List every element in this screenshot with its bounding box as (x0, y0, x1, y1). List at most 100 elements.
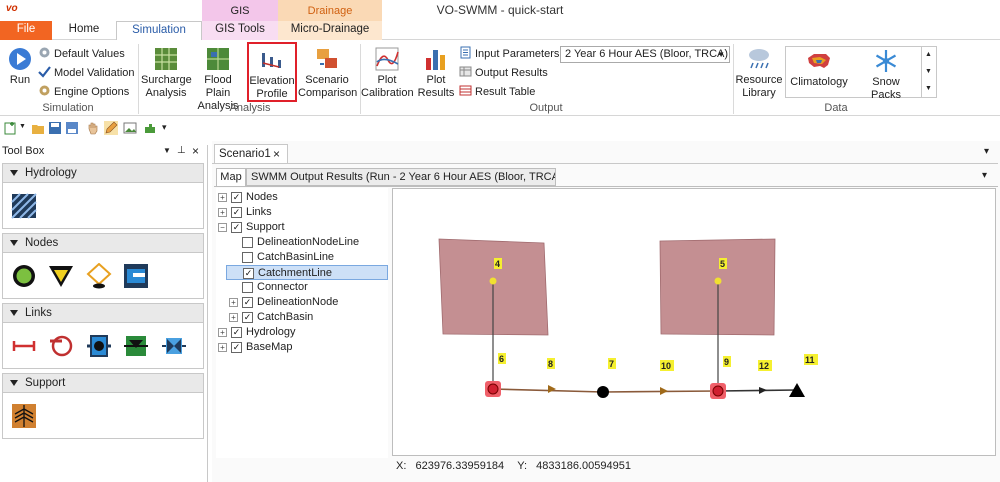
run-button[interactable]: Run (6, 46, 34, 87)
snow-packs-label: Snow Packs (871, 76, 901, 101)
node-7[interactable] (597, 386, 609, 398)
tree-expand-icon[interactable]: + (229, 313, 238, 322)
subtab-swmm-output[interactable]: SWMM Output Results (Run - 2 Year 6 Hour… (246, 168, 556, 186)
pump-tool-icon[interactable] (48, 333, 74, 359)
plot-calibration-button[interactable]: Plot Calibration (361, 46, 414, 100)
outlet-tool-icon[interactable] (161, 333, 187, 359)
subtab-divider (214, 186, 998, 187)
section-body-hydrology (2, 183, 204, 229)
divider-tool-icon[interactable] (86, 263, 112, 289)
run-icon (9, 48, 31, 70)
gallery-scroll-down-icon[interactable]: ▼ (925, 68, 932, 75)
junction-tool-icon[interactable] (11, 263, 37, 289)
scenario-comparison-button[interactable]: Scenario Comparison (298, 46, 357, 100)
run-selector-dropdown[interactable]: 2 Year 6 Hour AES (Bloor, TRCA) ▼ (560, 46, 730, 63)
map-canvas[interactable]: 4 5 6 7 8 9 10 11 12 (392, 188, 996, 456)
plugin-icon[interactable] (143, 121, 157, 135)
tree-expand-icon[interactable]: + (229, 298, 238, 307)
node-9[interactable] (712, 385, 724, 397)
panel-menu-icon[interactable]: ▼ (163, 146, 171, 155)
model-validation-button[interactable]: Model Validation (38, 65, 135, 81)
edit-pencil-icon[interactable] (104, 121, 118, 135)
collapse-arrow-icon (10, 380, 18, 386)
map-label: 4 (495, 259, 500, 269)
outfall-tool-icon[interactable] (48, 263, 74, 289)
image-export-icon[interactable] (123, 121, 137, 135)
conduit-tool-icon[interactable] (11, 333, 37, 359)
tree-item-label: Support (246, 221, 285, 233)
document-icon (460, 46, 471, 59)
new-dropdown-icon[interactable]: ▼ (19, 123, 26, 130)
pin-icon[interactable]: ⊥ (177, 145, 186, 156)
section-header-support[interactable]: Support (2, 373, 204, 393)
tree-checkbox[interactable]: ✓ (231, 207, 242, 218)
tree-expand-icon[interactable]: − (218, 223, 227, 232)
tree-checkbox[interactable]: ✓ (231, 342, 242, 353)
subtab-map[interactable]: Map (216, 168, 246, 186)
input-parameters-button[interactable]: Input Parameters (459, 46, 559, 62)
resource-library-button[interactable]: Resource Library (734, 46, 784, 100)
subtab-overflow-icon[interactable]: ▾ (982, 170, 987, 181)
open-folder-icon[interactable] (31, 121, 45, 135)
tree-checkbox[interactable]: ✓ (231, 222, 242, 233)
gallery-scroll[interactable]: ▲ ▼ ▼ (921, 46, 935, 98)
save-icon[interactable] (48, 121, 62, 135)
tab-simulation[interactable]: Simulation (116, 21, 202, 41)
map-label: 6 (499, 354, 504, 364)
tree-checkbox[interactable]: ✓ (242, 312, 253, 323)
tree-item[interactable]: ✓ CatchmentLine (226, 265, 388, 280)
section-header-links[interactable]: Links (2, 303, 204, 323)
customize-toolbar-icon[interactable]: ▾ (162, 122, 167, 133)
delineation-node-4[interactable] (489, 277, 497, 285)
section-header-nodes[interactable]: Nodes (2, 233, 204, 253)
engine-options-button[interactable]: Engine Options (38, 84, 129, 100)
new-icon[interactable] (3, 121, 17, 135)
delineation-node-5[interactable] (714, 277, 722, 285)
weir-tool-icon[interactable] (123, 333, 149, 359)
tab-close-icon[interactable]: × (273, 145, 280, 163)
tree-checkbox[interactable]: ✓ (243, 268, 254, 279)
elevation-profile-button[interactable]: Elevation Profile (247, 42, 297, 102)
tab-home[interactable]: Home (56, 21, 112, 40)
node-6[interactable] (487, 383, 499, 395)
gallery-scroll-up-icon[interactable]: ▲ (925, 51, 932, 58)
climatology-button[interactable]: Climatology (788, 48, 850, 89)
scenario-label-1: Scenario (305, 74, 349, 86)
save-as-icon[interactable] (65, 121, 79, 135)
storage-tool-icon[interactable] (123, 263, 149, 289)
tab-gis-tools[interactable]: GIS Tools (202, 21, 278, 40)
tree-expand-icon[interactable]: + (218, 343, 227, 352)
tab-micro-drainage[interactable]: Micro-Drainage (278, 21, 382, 40)
tree-expand-icon[interactable]: + (218, 328, 227, 337)
catchment-support-tool-icon[interactable] (11, 403, 37, 429)
tree-checkbox[interactable]: ✓ (231, 327, 242, 338)
orifice-tool-icon[interactable] (86, 333, 112, 359)
tab-overflow-icon[interactable]: ▾ (984, 146, 989, 157)
tab-file[interactable]: File (0, 21, 52, 40)
plot-results-button[interactable]: Plot Results (416, 46, 456, 100)
subcatchment-tool-icon[interactable] (11, 193, 37, 219)
result-table-button[interactable]: Result Table (459, 84, 535, 100)
tree-checkbox[interactable]: ✓ (242, 297, 253, 308)
tab-scenario1[interactable]: Scenario1 × (214, 144, 288, 163)
section-header-hydrology[interactable]: Hydrology (2, 163, 204, 183)
tree-checkbox[interactable] (242, 252, 253, 263)
snow-packs-button[interactable]: Snow Packs (856, 48, 916, 102)
tree-checkbox[interactable] (242, 237, 253, 248)
surcharge-analysis-button[interactable]: Surcharge Analysis (141, 46, 192, 100)
us-map-icon (808, 54, 830, 68)
conduit-link-12[interactable] (717, 389, 798, 392)
tree-checkbox[interactable]: ✓ (231, 192, 242, 203)
tree-checkbox[interactable] (242, 282, 253, 293)
tree-expand-icon[interactable]: + (218, 193, 227, 202)
engine-gear-icon (39, 85, 50, 96)
tree-item-label: CatchmentLine (258, 267, 332, 279)
tree-expand-icon[interactable]: + (218, 208, 227, 217)
gallery-more-icon[interactable]: ▼ (925, 85, 932, 92)
output-results-button[interactable]: Output Results (459, 65, 548, 81)
group-label-analysis: Analysis (229, 102, 271, 114)
pan-hand-icon[interactable] (86, 121, 100, 135)
default-values-button[interactable]: Default Values (38, 46, 125, 62)
close-icon[interactable]: × (192, 144, 199, 158)
run-selector-value: 2 Year 6 Hour AES (Bloor, TRCA) (565, 48, 729, 60)
